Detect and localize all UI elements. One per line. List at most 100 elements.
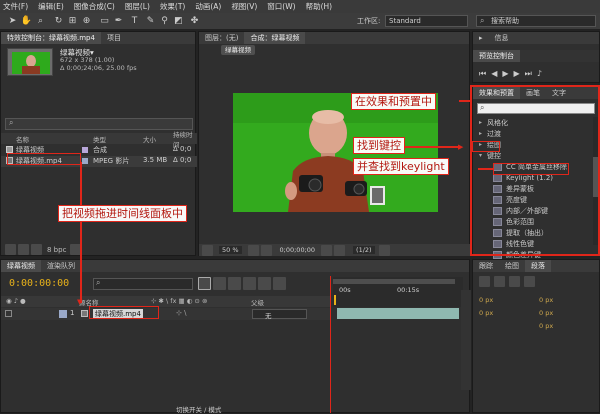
first-line-field[interactable]: 0 px <box>539 320 589 333</box>
draft-3d-icon[interactable] <box>213 277 226 290</box>
align-left-icon[interactable] <box>479 276 490 287</box>
new-composition-icon[interactable] <box>31 244 42 255</box>
layer-switch-icon[interactable]: ⊹ \ <box>176 309 186 317</box>
highlight-keylight <box>493 163 569 175</box>
pen-tool-icon[interactable]: ✒ <box>112 15 125 28</box>
tab-render-queue[interactable]: 渲染队列 <box>41 260 81 272</box>
comp-nav-button[interactable]: 绿幕视频 <box>221 45 255 55</box>
grid-icon[interactable] <box>247 244 259 256</box>
menu-item[interactable]: 帮助(H) <box>306 1 333 12</box>
comp-canvas[interactable] <box>233 93 438 212</box>
indent-right-field[interactable]: 0 px <box>539 294 589 307</box>
first-frame-icon[interactable]: ⏮ <box>479 69 491 79</box>
menu-item[interactable]: 视图(V) <box>231 1 257 12</box>
menu-item[interactable]: 效果(T) <box>160 1 185 12</box>
always-preview-icon[interactable] <box>202 244 213 256</box>
timeline-layer-row[interactable]: 1 绿幕视频.mp4 ⊹ \ 无 <box>1 308 331 320</box>
mask-icon[interactable] <box>260 244 272 256</box>
timeline-switches <box>198 277 288 290</box>
align-center-icon[interactable] <box>494 276 505 287</box>
menu-item[interactable]: 图像合成(C) <box>74 1 115 12</box>
time-ruler[interactable]: 00s 00:15s <box>333 277 463 307</box>
col-size[interactable]: 大小 <box>143 134 156 144</box>
tab-project[interactable]: 项目 <box>101 32 127 44</box>
next-frame-icon[interactable]: ▶ <box>514 69 525 79</box>
camera-tool-icon[interactable]: ⊞ <box>66 15 79 28</box>
menu-item[interactable]: 动画(A) <box>195 1 221 12</box>
space-before-field[interactable]: 0 px <box>479 307 529 320</box>
timeline-scrollbar[interactable] <box>461 290 471 390</box>
puppet-tool-icon[interactable]: ✤ <box>188 15 201 28</box>
menu-item[interactable]: 图层(L) <box>125 1 150 12</box>
brush-tool-icon[interactable]: ✎ <box>144 15 157 28</box>
interpret-footage-icon[interactable] <box>5 244 16 255</box>
graph-editor-icon[interactable] <box>273 277 286 290</box>
annotation-line <box>330 276 331 413</box>
layer-duration-bar[interactable] <box>337 308 459 319</box>
justify-icon[interactable] <box>524 276 535 287</box>
menu-item[interactable]: 编辑(E) <box>38 1 64 12</box>
annotation-effects-presets: 在效果和预置中 <box>351 93 436 110</box>
text-tool-icon[interactable]: T <box>128 15 141 28</box>
tab-timeline-comp[interactable]: 绿幕视频 <box>1 260 41 272</box>
indent-left-field[interactable]: 0 px <box>479 294 529 307</box>
annotation-find-keying: 找到键控 <box>353 137 405 154</box>
timeline-timecode[interactable]: 0:00:00:00 <box>9 278 69 289</box>
footage-icon <box>81 310 88 317</box>
resolution-select[interactable]: (1/2) <box>353 246 375 254</box>
snapshot-icon[interactable] <box>321 244 333 256</box>
shy-layers-icon[interactable] <box>228 277 241 290</box>
preview-panel: ▸ 信息 预览控制台 ⏮ ◀ ▶ ▶ ⏭ ♪ <box>472 31 600 83</box>
tab-info-panel[interactable]: ▸ <box>473 32 489 44</box>
tab-tracker[interactable]: 跟踪 <box>473 260 499 272</box>
menu-item[interactable]: 窗口(W) <box>267 1 295 12</box>
label-color-icon <box>82 147 88 153</box>
play-icon[interactable]: ▶ <box>502 69 513 79</box>
clone-tool-icon[interactable]: ⚲ <box>158 15 171 28</box>
col-parent[interactable]: 父级 <box>251 297 264 307</box>
eraser-tool-icon[interactable]: ◩ <box>172 15 185 28</box>
tab-paragraph[interactable]: 段落 <box>525 260 551 272</box>
motion-blur-icon[interactable] <box>258 277 271 290</box>
tab-info[interactable]: 信息 <box>489 32 515 44</box>
project-search-input[interactable]: ⌕ <box>5 118 193 130</box>
search-help-input[interactable]: 搜索帮助 <box>476 15 596 27</box>
col-type[interactable]: 类型 <box>93 134 106 144</box>
rectangle-tool-icon[interactable]: ▭ <box>98 15 111 28</box>
new-folder-icon[interactable] <box>18 244 29 255</box>
show-channel-icon[interactable] <box>334 244 346 256</box>
prev-frame-icon[interactable]: ◀ <box>491 69 502 79</box>
tab-preview[interactable]: 预览控制台 <box>473 50 520 62</box>
clip-thumbnail <box>7 48 53 76</box>
align-right-icon[interactable] <box>509 276 520 287</box>
bpc-indicator[interactable]: 8 bpc <box>47 246 66 254</box>
zoom-select[interactable]: 50 % <box>219 246 242 254</box>
tab-effect-controls[interactable]: 特效控制台：绿幕视频.mp4 <box>1 32 101 44</box>
time-indicator[interactable] <box>334 295 336 305</box>
col-name[interactable]: 名称 <box>16 134 29 144</box>
region-of-interest-icon[interactable] <box>378 244 390 256</box>
audio-icon[interactable]: ♪ <box>537 69 547 79</box>
workspace-select[interactable]: Standard <box>385 15 468 27</box>
pan-behind-tool-icon[interactable]: ⊕ <box>80 15 93 28</box>
timeline-search-input[interactable]: ⌕ <box>93 278 193 290</box>
tab-layer[interactable]: 图层：(无) <box>199 32 244 44</box>
menu-item[interactable]: 文件(F) <box>3 1 28 12</box>
parent-select[interactable]: 无 <box>252 309 307 320</box>
rotate-tool-icon[interactable]: ↻ <box>52 15 65 28</box>
last-frame-icon[interactable]: ⏭ <box>525 69 537 79</box>
comp-mini-flowchart-icon[interactable] <box>198 277 211 290</box>
tab-paint[interactable]: 绘图 <box>499 260 525 272</box>
tab-composition[interactable]: 合成：绿幕视频 <box>244 32 306 44</box>
search-icon: ⌕ <box>480 16 485 25</box>
space-after-field[interactable]: 0 px <box>539 307 589 320</box>
layer-label-color[interactable] <box>59 310 67 318</box>
hand-tool-icon[interactable]: ✋ <box>20 15 33 28</box>
video-visibility-icon[interactable] <box>5 310 12 317</box>
zoom-tool-icon[interactable]: ⌕ <box>34 15 47 28</box>
label-color-icon <box>82 158 88 164</box>
viewer-timecode[interactable]: 0;00;00;00 <box>280 246 316 254</box>
selection-tool-icon[interactable]: ➤ <box>6 15 19 28</box>
search-help-placeholder: 搜索帮助 <box>491 17 519 25</box>
frame-blending-icon[interactable] <box>243 277 256 290</box>
